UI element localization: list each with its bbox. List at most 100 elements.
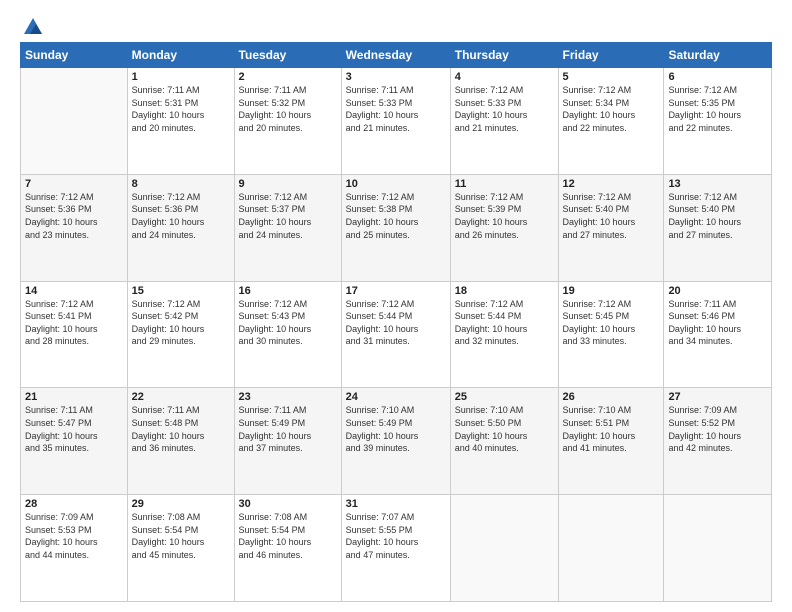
day-number: 31	[346, 498, 446, 510]
day-cell: 13 Sunrise: 7:12 AM Sunset: 5:40 PM Dayl…	[664, 174, 772, 281]
day-number: 25	[455, 391, 554, 403]
day-info: Sunrise: 7:10 AM Sunset: 5:49 PM Dayligh…	[346, 404, 446, 454]
day-info: Sunrise: 7:10 AM Sunset: 5:50 PM Dayligh…	[455, 404, 554, 454]
day-number: 5	[563, 71, 660, 83]
day-number: 28	[25, 498, 123, 510]
day-info: Sunrise: 7:11 AM Sunset: 5:46 PM Dayligh…	[668, 298, 767, 348]
day-number: 22	[132, 391, 230, 403]
day-info: Sunrise: 7:10 AM Sunset: 5:51 PM Dayligh…	[563, 404, 660, 454]
day-info: Sunrise: 7:11 AM Sunset: 5:32 PM Dayligh…	[239, 84, 337, 134]
day-cell: 12 Sunrise: 7:12 AM Sunset: 5:40 PM Dayl…	[558, 174, 664, 281]
page: SundayMondayTuesdayWednesdayThursdayFrid…	[0, 0, 792, 612]
day-cell: 4 Sunrise: 7:12 AM Sunset: 5:33 PM Dayli…	[450, 68, 558, 175]
day-cell: 11 Sunrise: 7:12 AM Sunset: 5:39 PM Dayl…	[450, 174, 558, 281]
day-info: Sunrise: 7:12 AM Sunset: 5:34 PM Dayligh…	[563, 84, 660, 134]
week-row-1: 1 Sunrise: 7:11 AM Sunset: 5:31 PM Dayli…	[21, 68, 772, 175]
day-cell	[664, 495, 772, 602]
day-cell: 14 Sunrise: 7:12 AM Sunset: 5:41 PM Dayl…	[21, 281, 128, 388]
week-row-3: 14 Sunrise: 7:12 AM Sunset: 5:41 PM Dayl…	[21, 281, 772, 388]
day-number: 7	[25, 178, 123, 190]
weekday-header-friday: Friday	[558, 43, 664, 68]
day-number: 20	[668, 285, 767, 297]
day-cell: 19 Sunrise: 7:12 AM Sunset: 5:45 PM Dayl…	[558, 281, 664, 388]
day-info: Sunrise: 7:12 AM Sunset: 5:45 PM Dayligh…	[563, 298, 660, 348]
day-cell: 31 Sunrise: 7:07 AM Sunset: 5:55 PM Dayl…	[341, 495, 450, 602]
weekday-header-monday: Monday	[127, 43, 234, 68]
day-number: 6	[668, 71, 767, 83]
day-info: Sunrise: 7:07 AM Sunset: 5:55 PM Dayligh…	[346, 511, 446, 561]
day-cell: 15 Sunrise: 7:12 AM Sunset: 5:42 PM Dayl…	[127, 281, 234, 388]
day-number: 21	[25, 391, 123, 403]
day-number: 29	[132, 498, 230, 510]
day-cell	[450, 495, 558, 602]
day-number: 26	[563, 391, 660, 403]
day-info: Sunrise: 7:12 AM Sunset: 5:36 PM Dayligh…	[132, 191, 230, 241]
day-info: Sunrise: 7:11 AM Sunset: 5:47 PM Dayligh…	[25, 404, 123, 454]
day-number: 19	[563, 285, 660, 297]
weekday-header-thursday: Thursday	[450, 43, 558, 68]
header	[20, 16, 772, 34]
day-number: 8	[132, 178, 230, 190]
weekday-header-saturday: Saturday	[664, 43, 772, 68]
calendar-table: SundayMondayTuesdayWednesdayThursdayFrid…	[20, 42, 772, 602]
day-number: 10	[346, 178, 446, 190]
day-number: 15	[132, 285, 230, 297]
day-info: Sunrise: 7:08 AM Sunset: 5:54 PM Dayligh…	[132, 511, 230, 561]
day-cell: 6 Sunrise: 7:12 AM Sunset: 5:35 PM Dayli…	[664, 68, 772, 175]
day-cell: 26 Sunrise: 7:10 AM Sunset: 5:51 PM Dayl…	[558, 388, 664, 495]
day-info: Sunrise: 7:12 AM Sunset: 5:38 PM Dayligh…	[346, 191, 446, 241]
day-number: 14	[25, 285, 123, 297]
day-number: 17	[346, 285, 446, 297]
day-number: 24	[346, 391, 446, 403]
day-cell	[558, 495, 664, 602]
day-cell: 22 Sunrise: 7:11 AM Sunset: 5:48 PM Dayl…	[127, 388, 234, 495]
day-cell: 18 Sunrise: 7:12 AM Sunset: 5:44 PM Dayl…	[450, 281, 558, 388]
day-cell: 28 Sunrise: 7:09 AM Sunset: 5:53 PM Dayl…	[21, 495, 128, 602]
weekday-header-sunday: Sunday	[21, 43, 128, 68]
day-info: Sunrise: 7:08 AM Sunset: 5:54 PM Dayligh…	[239, 511, 337, 561]
weekday-header-row: SundayMondayTuesdayWednesdayThursdayFrid…	[21, 43, 772, 68]
day-number: 27	[668, 391, 767, 403]
day-cell: 10 Sunrise: 7:12 AM Sunset: 5:38 PM Dayl…	[341, 174, 450, 281]
day-number: 12	[563, 178, 660, 190]
day-number: 1	[132, 71, 230, 83]
day-number: 18	[455, 285, 554, 297]
day-cell: 24 Sunrise: 7:10 AM Sunset: 5:49 PM Dayl…	[341, 388, 450, 495]
day-info: Sunrise: 7:12 AM Sunset: 5:33 PM Dayligh…	[455, 84, 554, 134]
day-info: Sunrise: 7:12 AM Sunset: 5:39 PM Dayligh…	[455, 191, 554, 241]
day-number: 23	[239, 391, 337, 403]
day-info: Sunrise: 7:12 AM Sunset: 5:42 PM Dayligh…	[132, 298, 230, 348]
day-info: Sunrise: 7:12 AM Sunset: 5:40 PM Dayligh…	[563, 191, 660, 241]
day-info: Sunrise: 7:12 AM Sunset: 5:40 PM Dayligh…	[668, 191, 767, 241]
day-cell: 3 Sunrise: 7:11 AM Sunset: 5:33 PM Dayli…	[341, 68, 450, 175]
day-info: Sunrise: 7:12 AM Sunset: 5:43 PM Dayligh…	[239, 298, 337, 348]
day-info: Sunrise: 7:09 AM Sunset: 5:53 PM Dayligh…	[25, 511, 123, 561]
week-row-5: 28 Sunrise: 7:09 AM Sunset: 5:53 PM Dayl…	[21, 495, 772, 602]
day-info: Sunrise: 7:11 AM Sunset: 5:49 PM Dayligh…	[239, 404, 337, 454]
day-cell: 25 Sunrise: 7:10 AM Sunset: 5:50 PM Dayl…	[450, 388, 558, 495]
day-number: 3	[346, 71, 446, 83]
day-cell: 5 Sunrise: 7:12 AM Sunset: 5:34 PM Dayli…	[558, 68, 664, 175]
day-number: 16	[239, 285, 337, 297]
day-cell: 27 Sunrise: 7:09 AM Sunset: 5:52 PM Dayl…	[664, 388, 772, 495]
day-info: Sunrise: 7:11 AM Sunset: 5:31 PM Dayligh…	[132, 84, 230, 134]
weekday-header-wednesday: Wednesday	[341, 43, 450, 68]
day-number: 13	[668, 178, 767, 190]
day-number: 9	[239, 178, 337, 190]
day-info: Sunrise: 7:12 AM Sunset: 5:41 PM Dayligh…	[25, 298, 123, 348]
day-number: 11	[455, 178, 554, 190]
day-cell: 29 Sunrise: 7:08 AM Sunset: 5:54 PM Dayl…	[127, 495, 234, 602]
day-cell: 21 Sunrise: 7:11 AM Sunset: 5:47 PM Dayl…	[21, 388, 128, 495]
day-cell: 23 Sunrise: 7:11 AM Sunset: 5:49 PM Dayl…	[234, 388, 341, 495]
logo	[20, 16, 44, 34]
day-info: Sunrise: 7:12 AM Sunset: 5:35 PM Dayligh…	[668, 84, 767, 134]
week-row-4: 21 Sunrise: 7:11 AM Sunset: 5:47 PM Dayl…	[21, 388, 772, 495]
day-info: Sunrise: 7:12 AM Sunset: 5:36 PM Dayligh…	[25, 191, 123, 241]
day-cell: 30 Sunrise: 7:08 AM Sunset: 5:54 PM Dayl…	[234, 495, 341, 602]
day-info: Sunrise: 7:12 AM Sunset: 5:37 PM Dayligh…	[239, 191, 337, 241]
day-cell: 9 Sunrise: 7:12 AM Sunset: 5:37 PM Dayli…	[234, 174, 341, 281]
day-info: Sunrise: 7:12 AM Sunset: 5:44 PM Dayligh…	[455, 298, 554, 348]
day-cell: 17 Sunrise: 7:12 AM Sunset: 5:44 PM Dayl…	[341, 281, 450, 388]
day-cell: 20 Sunrise: 7:11 AM Sunset: 5:46 PM Dayl…	[664, 281, 772, 388]
day-number: 30	[239, 498, 337, 510]
